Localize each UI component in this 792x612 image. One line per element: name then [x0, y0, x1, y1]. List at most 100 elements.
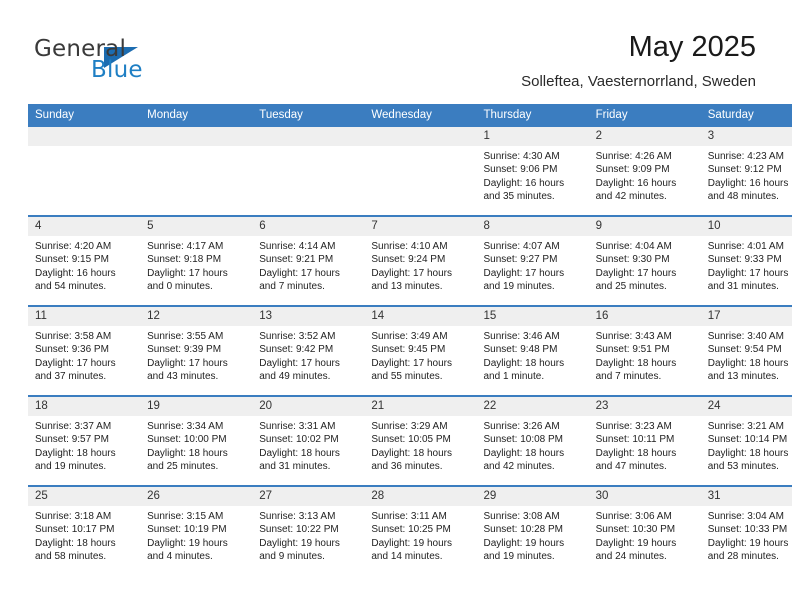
sunrise-text: Sunrise: 3:15 AM [147, 511, 224, 522]
calendar-day-cell[interactable] [364, 127, 477, 216]
day-sun-info: Sunrise: 3:06 AM Sunset: 10:30 PM Daylight… [589, 506, 701, 563]
day-sun-info: Sunrise: 4:14 AM Sunset: 9:21 PM Daylight:… [252, 236, 364, 293]
day-number: 20 [252, 397, 365, 416]
calendar-day-cell[interactable]: 6 Sunrise: 4:14 AM Sunset: 9:21 PM Daylight… [252, 215, 365, 306]
calendar-day-cell[interactable]: 29 Sunrise: 3:08 AM Sunset: 10:28 PM Daylig… [476, 485, 589, 575]
sunrise-text: Sunrise: 4:17 AM [147, 241, 224, 252]
calendar-day-cell[interactable]: 18 Sunrise: 3:37 AM Sunset: 9:57 PM Dayligh… [28, 395, 141, 486]
calendar-day-cell[interactable]: 24 Sunrise: 3:21 AM Sunset: 10:14 PM Daylig… [700, 395, 792, 486]
day-sun-info: Sunrise: 4:26 AM Sunset: 9:09 PM Daylight:… [589, 146, 701, 203]
sunrise-text: Sunrise: 3:04 AM [707, 511, 784, 522]
calendar-day-cell[interactable] [28, 127, 141, 216]
calendar-day-cell[interactable] [252, 127, 365, 216]
calendar-day-cell[interactable]: 1 Sunrise: 4:30 AM Sunset: 9:06 PM Daylight… [476, 127, 589, 216]
sunset-text: Sunset: 10:28 PM [483, 524, 564, 536]
sunset-text: Sunset: 10:17 PM [35, 524, 115, 536]
calendar-day-cell[interactable]: 12 Sunrise: 3:55 AM Sunset: 9:39 PM Dayligh… [140, 305, 253, 396]
calendar-day-cell[interactable]: 27 Sunrise: 3:13 AM Sunset: 10:22 PM Daylig… [252, 485, 365, 575]
daylight-text-line1: Daylight: 18 hours [35, 447, 116, 459]
day-number: 15 [476, 307, 589, 326]
calendar-day-cell[interactable]: 22 Sunrise: 3:26 AM Sunset: 10:08 PM Daylig… [476, 395, 589, 486]
calendar-day-cell[interactable]: 25 Sunrise: 3:18 AM Sunset: 10:17 PM Daylig… [28, 485, 141, 575]
daylight-text-line2: and 36 minutes. [371, 460, 443, 472]
calendar-day: 8 Sunrise: 4:07 AM Sunset: 9:27 PM Daylight… [476, 217, 589, 305]
daylight-text-line1: Daylight: 18 hours [595, 447, 677, 459]
calendar-body: 1 Sunrise: 4:30 AM Sunset: 9:06 PM Daylight… [28, 127, 792, 575]
daylight-text-line2: and 1 minute. [483, 370, 545, 382]
calendar-day-cell[interactable]: 4 Sunrise: 4:20 AM Sunset: 9:15 PM Daylight… [28, 215, 141, 306]
calendar-day: 30 Sunrise: 3:06 AM Sunset: 10:30 PM Daylig… [588, 487, 701, 575]
calendar-day: 25 Sunrise: 3:18 AM Sunset: 10:17 PM Daylig… [28, 487, 141, 575]
daylight-text-line1: Daylight: 18 hours [147, 447, 228, 459]
day-number: 26 [140, 487, 253, 506]
weekday-header-monday: Monday [140, 104, 253, 127]
sunrise-text: Sunrise: 3:23 AM [595, 421, 672, 432]
day-number: 18 [28, 397, 141, 416]
calendar-day: 17 Sunrise: 3:40 AM Sunset: 9:54 PM Dayligh… [700, 307, 792, 395]
calendar-day: 26 Sunrise: 3:15 AM Sunset: 10:19 PM Daylig… [140, 487, 253, 575]
day-sun-info: Sunrise: 3:04 AM Sunset: 10:33 PM Daylight… [701, 506, 792, 563]
calendar-day: 28 Sunrise: 3:11 AM Sunset: 10:25 PM Daylig… [364, 487, 477, 575]
sunset-text: Sunset: 10:33 PM [707, 524, 788, 536]
calendar-day-cell[interactable]: 13 Sunrise: 3:52 AM Sunset: 9:42 PM Dayligh… [252, 305, 365, 396]
calendar-day-cell[interactable]: 14 Sunrise: 3:49 AM Sunset: 9:45 PM Dayligh… [364, 305, 477, 396]
calendar-day: 24 Sunrise: 3:21 AM Sunset: 10:14 PM Daylig… [700, 397, 792, 485]
calendar-day-cell[interactable]: 15 Sunrise: 3:46 AM Sunset: 9:48 PM Dayligh… [476, 305, 589, 396]
calendar-day-cell[interactable]: 21 Sunrise: 3:29 AM Sunset: 10:05 PM Daylig… [364, 395, 477, 486]
calendar-day-cell[interactable]: 23 Sunrise: 3:23 AM Sunset: 10:11 PM Daylig… [588, 395, 701, 486]
sunrise-text: Sunrise: 3:37 AM [35, 421, 112, 432]
sunset-text: Sunset: 9:06 PM [483, 164, 558, 176]
daylight-text-line2: and 47 minutes. [595, 460, 667, 472]
calendar-day-cell[interactable]: 11 Sunrise: 3:58 AM Sunset: 9:36 PM Dayligh… [28, 305, 141, 396]
day-number [28, 127, 141, 146]
calendar-day-cell[interactable]: 7 Sunrise: 4:10 AM Sunset: 9:24 PM Daylight… [364, 215, 477, 306]
daylight-text-line2: and 55 minutes. [371, 370, 443, 382]
daylight-text-line2: and 43 minutes. [147, 370, 219, 382]
day-number: 21 [364, 397, 477, 416]
sunrise-text: Sunrise: 3:52 AM [259, 331, 336, 342]
calendar-day-cell[interactable]: 19 Sunrise: 3:34 AM Sunset: 10:00 PM Daylig… [140, 395, 253, 486]
calendar-day-cell[interactable]: 8 Sunrise: 4:07 AM Sunset: 9:27 PM Daylight… [476, 215, 589, 306]
day-number: 19 [140, 397, 253, 416]
sunrise-text: Sunrise: 4:01 AM [707, 241, 784, 252]
calendar-day-cell[interactable]: 16 Sunrise: 3:43 AM Sunset: 9:51 PM Dayligh… [588, 305, 701, 396]
day-number [140, 127, 253, 146]
daylight-text-line2: and 19 minutes. [483, 550, 555, 562]
daylight-text-line1: Daylight: 19 hours [707, 537, 789, 549]
daylight-text-line1: Daylight: 17 hours [35, 357, 116, 369]
daylight-text-line2: and 31 minutes. [259, 460, 331, 472]
calendar-day-cell[interactable]: 2 Sunrise: 4:26 AM Sunset: 9:09 PM Daylight… [588, 127, 701, 216]
daylight-text-line1: Daylight: 16 hours [595, 177, 677, 189]
sunset-text: Sunset: 10:05 PM [371, 434, 451, 446]
calendar-day-cell[interactable] [140, 127, 253, 216]
calendar-day-cell[interactable]: 28 Sunrise: 3:11 AM Sunset: 10:25 PM Daylig… [364, 485, 477, 575]
calendar-day-cell[interactable]: 3 Sunrise: 4:23 AM Sunset: 9:12 PM Daylight… [700, 127, 792, 216]
calendar-day-cell[interactable]: 31 Sunrise: 3:04 AM Sunset: 10:33 PM Daylig… [700, 485, 792, 575]
calendar-day: 1 Sunrise: 4:30 AM Sunset: 9:06 PM Daylight… [476, 127, 589, 215]
calendar-day-cell[interactable]: 10 Sunrise: 4:01 AM Sunset: 9:33 PM Dayligh… [700, 215, 792, 306]
day-sun-info: Sunrise: 3:13 AM Sunset: 10:22 PM Daylight… [252, 506, 364, 563]
daylight-text-line2: and 31 minutes. [707, 280, 779, 292]
sunrise-text: Sunrise: 3:34 AM [147, 421, 224, 432]
day-sun-info: Sunrise: 3:52 AM Sunset: 9:42 PM Daylight:… [252, 326, 364, 383]
calendar-day-cell[interactable]: 26 Sunrise: 3:15 AM Sunset: 10:19 PM Daylig… [140, 485, 253, 575]
daylight-text-line1: Daylight: 18 hours [483, 447, 565, 459]
calendar-day-cell[interactable]: 9 Sunrise: 4:04 AM Sunset: 9:30 PM Daylight… [588, 215, 701, 306]
sunrise-text: Sunrise: 4:26 AM [595, 151, 672, 162]
calendar-day-cell[interactable]: 30 Sunrise: 3:06 AM Sunset: 10:30 PM Daylig… [588, 485, 701, 575]
calendar-day-cell[interactable]: 17 Sunrise: 3:40 AM Sunset: 9:54 PM Dayligh… [700, 305, 792, 396]
brand-logo[interactable]: General Blue [34, 36, 214, 90]
calendar-day: 27 Sunrise: 3:13 AM Sunset: 10:22 PM Daylig… [252, 487, 365, 575]
daylight-text-line2: and 25 minutes. [595, 280, 667, 292]
daylight-text-line1: Daylight: 19 hours [371, 537, 452, 549]
calendar-day: 6 Sunrise: 4:14 AM Sunset: 9:21 PM Daylight… [252, 217, 365, 305]
day-number: 28 [364, 487, 477, 506]
day-sun-info: Sunrise: 4:01 AM Sunset: 9:33 PM Daylight:… [701, 236, 792, 293]
sunset-text: Sunset: 9:36 PM [35, 344, 109, 356]
daylight-text-line1: Daylight: 19 hours [595, 537, 677, 549]
daylight-text-line1: Daylight: 16 hours [707, 177, 789, 189]
day-sun-info: Sunrise: 4:04 AM Sunset: 9:30 PM Daylight:… [589, 236, 701, 293]
calendar-day-cell[interactable]: 20 Sunrise: 3:31 AM Sunset: 10:02 PM Daylig… [252, 395, 365, 486]
calendar-day-cell[interactable]: 5 Sunrise: 4:17 AM Sunset: 9:18 PM Daylight… [140, 215, 253, 306]
daylight-text-line2: and 49 minutes. [259, 370, 331, 382]
